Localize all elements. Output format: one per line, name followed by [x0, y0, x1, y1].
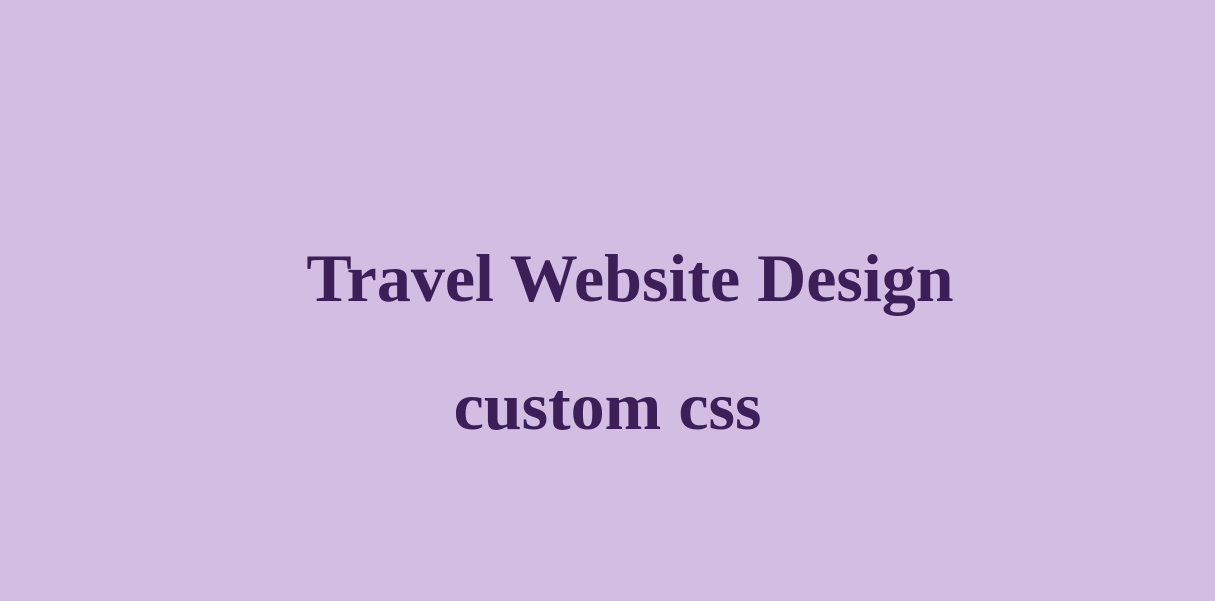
- headline-title: Travel Website Design: [306, 240, 954, 316]
- headline-subtitle: custom css: [453, 368, 762, 444]
- poster-canvas: Travel Website Design custom css: [0, 0, 1215, 601]
- headline-block: Travel Website Design custom css: [0, 230, 1215, 454]
